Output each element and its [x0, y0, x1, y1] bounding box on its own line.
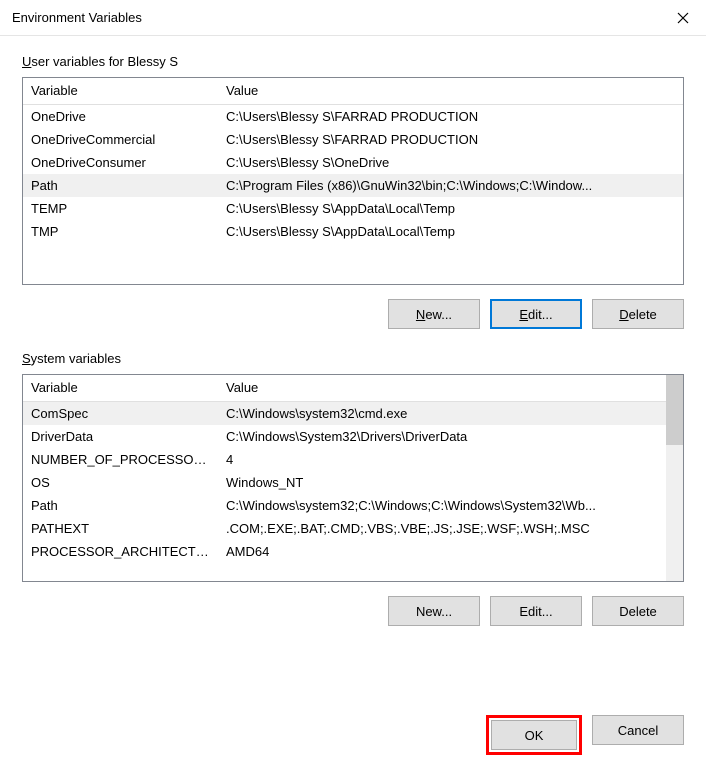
content-area: User variables for Blessy S Variable Val… — [0, 36, 706, 687]
system-variables-table[interactable]: Variable Value ComSpecC:\Windows\system3… — [22, 374, 684, 582]
table-row[interactable]: PATHEXT.COM;.EXE;.BAT;.CMD;.VBS;.VBE;.JS… — [23, 517, 683, 540]
user-col-variable[interactable]: Variable — [23, 78, 218, 105]
ok-button[interactable]: OK — [491, 720, 577, 750]
table-row[interactable]: PROCESSOR_ARCHITECTU...AMD64 — [23, 540, 683, 563]
close-icon — [677, 12, 689, 24]
cell-variable: OS — [23, 471, 218, 494]
user-button-row: New... Edit... Delete — [22, 285, 684, 329]
user-delete-button[interactable]: Delete — [592, 299, 684, 329]
table-row[interactable]: OneDriveC:\Users\Blessy S\FARRAD PRODUCT… — [23, 105, 683, 129]
cell-value: C:\Windows\system32;C:\Windows;C:\Window… — [218, 494, 683, 517]
cell-value: AMD64 — [218, 540, 683, 563]
cell-value: C:\Users\Blessy S\FARRAD PRODUCTION — [218, 105, 683, 129]
cell-value: Windows_NT — [218, 471, 683, 494]
user-col-value[interactable]: Value — [218, 78, 683, 105]
cancel-button[interactable]: Cancel — [592, 715, 684, 745]
system-label-underline: S — [22, 351, 31, 366]
cell-variable: DriverData — [23, 425, 218, 448]
cell-variable: PATHEXT — [23, 517, 218, 540]
cell-value: C:\Windows\System32\Drivers\DriverData — [218, 425, 683, 448]
user-new-button[interactable]: New... — [388, 299, 480, 329]
titlebar: Environment Variables — [0, 0, 706, 36]
table-row[interactable]: OneDriveConsumerC:\Users\Blessy S\OneDri… — [23, 151, 683, 174]
table-row[interactable]: OneDriveCommercialC:\Users\Blessy S\FARR… — [23, 128, 683, 151]
cell-value: C:\Users\Blessy S\AppData\Local\Temp — [218, 197, 683, 220]
dialog-footer: OK Cancel — [0, 687, 706, 777]
system-new-button[interactable]: New... — [388, 596, 480, 626]
close-button[interactable] — [660, 0, 706, 36]
system-variables-label: System variables — [22, 351, 684, 366]
user-edit-button[interactable]: Edit... — [490, 299, 582, 329]
cell-variable: Path — [23, 494, 218, 517]
table-row[interactable]: ComSpecC:\Windows\system32\cmd.exe — [23, 402, 683, 426]
cell-value: C:\Windows\system32\cmd.exe — [218, 402, 683, 426]
cell-value: .COM;.EXE;.BAT;.CMD;.VBS;.VBE;.JS;.JSE;.… — [218, 517, 683, 540]
table-row[interactable]: TEMPC:\Users\Blessy S\AppData\Local\Temp — [23, 197, 683, 220]
cell-variable: ComSpec — [23, 402, 218, 426]
table-row[interactable]: TMPC:\Users\Blessy S\AppData\Local\Temp — [23, 220, 683, 243]
table-row[interactable]: PathC:\Windows\system32;C:\Windows;C:\Wi… — [23, 494, 683, 517]
user-label-rest: ser variables for Blessy S — [31, 54, 178, 69]
cell-variable: OneDriveConsumer — [23, 151, 218, 174]
ok-highlight: OK — [486, 715, 582, 755]
system-label-rest: ystem variables — [31, 351, 121, 366]
cell-value: 4 — [218, 448, 683, 471]
cell-value: C:\Users\Blessy S\FARRAD PRODUCTION — [218, 128, 683, 151]
table-row[interactable]: OSWindows_NT — [23, 471, 683, 494]
window-title: Environment Variables — [12, 10, 142, 25]
system-delete-button[interactable]: Delete — [592, 596, 684, 626]
table-row[interactable]: DriverDataC:\Windows\System32\Drivers\Dr… — [23, 425, 683, 448]
user-variables-group: User variables for Blessy S Variable Val… — [22, 54, 684, 329]
user-variables-label: User variables for Blessy S — [22, 54, 684, 69]
user-label-underline: U — [22, 54, 31, 69]
cell-value: C:\Users\Blessy S\OneDrive — [218, 151, 683, 174]
system-col-variable[interactable]: Variable — [23, 375, 218, 402]
cell-variable: OneDrive — [23, 105, 218, 129]
cell-variable: OneDriveCommercial — [23, 128, 218, 151]
table-row[interactable]: NUMBER_OF_PROCESSORS4 — [23, 448, 683, 471]
system-button-row: New... Edit... Delete — [22, 582, 684, 626]
system-col-value[interactable]: Value — [218, 375, 683, 402]
cell-variable: NUMBER_OF_PROCESSORS — [23, 448, 218, 471]
cell-value: C:\Program Files (x86)\GnuWin32\bin;C:\W… — [218, 174, 683, 197]
user-variables-table[interactable]: Variable Value OneDriveC:\Users\Blessy S… — [22, 77, 684, 285]
table-row[interactable]: PathC:\Program Files (x86)\GnuWin32\bin;… — [23, 174, 683, 197]
cell-variable: PROCESSOR_ARCHITECTU... — [23, 540, 218, 563]
cell-variable: Path — [23, 174, 218, 197]
system-variables-group: System variables Variable Value ComSpecC… — [22, 351, 684, 626]
cell-value: C:\Users\Blessy S\AppData\Local\Temp — [218, 220, 683, 243]
cell-variable: TEMP — [23, 197, 218, 220]
scrollbar-thumb[interactable] — [666, 375, 683, 445]
system-scrollbar[interactable] — [666, 375, 683, 581]
system-edit-button[interactable]: Edit... — [490, 596, 582, 626]
cell-variable: TMP — [23, 220, 218, 243]
